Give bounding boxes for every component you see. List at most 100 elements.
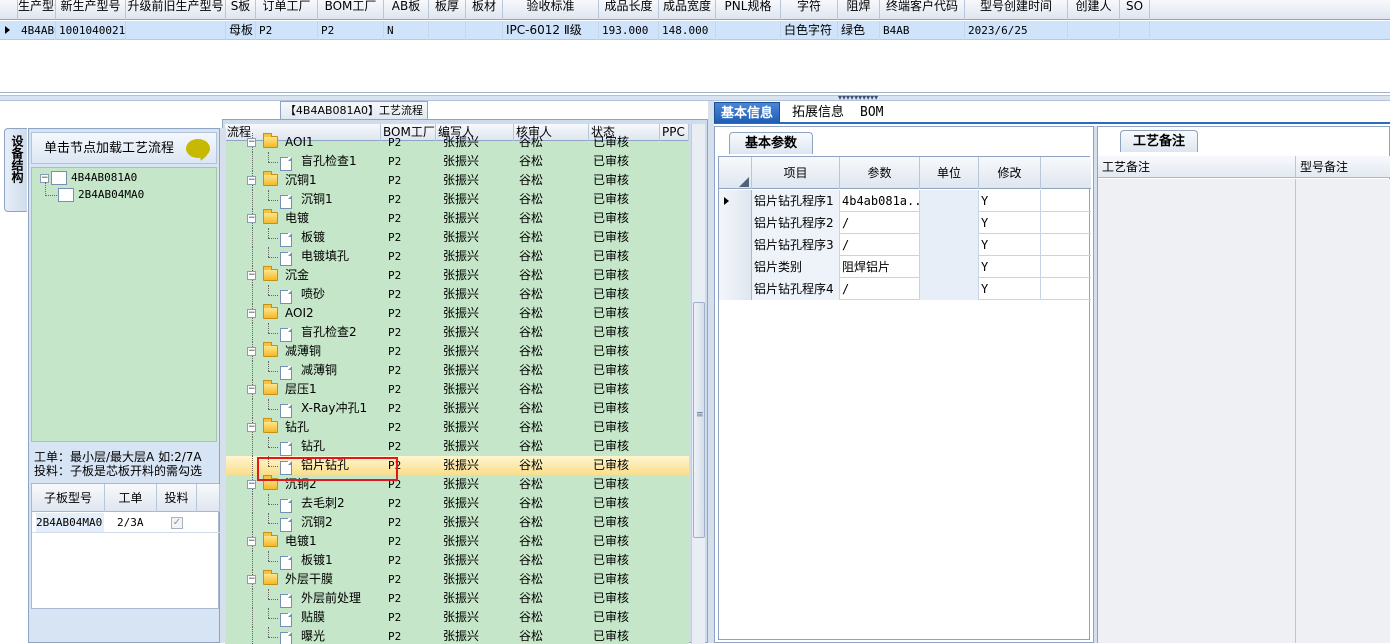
col-feed[interactable]: 投料 <box>157 484 197 512</box>
grid-cell[interactable] <box>1068 21 1120 40</box>
param-mod-cell[interactable]: Y <box>979 190 1041 212</box>
grid-cell[interactable]: 4B4AB081A0 <box>18 21 56 40</box>
param-item-cell[interactable]: 铝片钻孔程序3 <box>752 234 840 256</box>
flow-row[interactable]: −外层干膜P2张振兴谷松已审核 <box>225 570 689 589</box>
param-value-cell[interactable]: 4b4ab081a... <box>840 190 920 212</box>
col-model-remark[interactable]: 型号备注 <box>1296 156 1390 178</box>
flow-row[interactable]: −电镀1P2张振兴谷松已审核 <box>225 532 689 551</box>
col-header[interactable]: 成品宽度 <box>659 0 716 20</box>
structure-tree[interactable]: −4B4AB081A0 2B4AB04MA0 <box>31 167 217 442</box>
col-header[interactable]: 成品长度 <box>599 0 659 20</box>
col-header[interactable]: 型号创建时间 <box>965 0 1068 20</box>
flow-row[interactable]: 沉铜1P2张振兴谷松已审核 <box>225 190 689 209</box>
col-header[interactable]: PNL规格 <box>716 0 781 20</box>
tab-process-remark[interactable]: 工艺备注 <box>1120 130 1198 152</box>
grid-cell[interactable] <box>466 21 503 40</box>
param-unit-cell[interactable] <box>920 234 979 256</box>
col-header[interactable]: AB板 <box>384 0 429 20</box>
tree-node-child[interactable]: 2B4AB04MA0 <box>58 187 144 203</box>
scroll-thumb[interactable]: ≡ <box>693 302 705 538</box>
model-grid-row[interactable]: 4B4AB081A010010400210222母板P2P2NIPC-6012 … <box>0 21 1390 40</box>
flow-row[interactable]: −层压1P2张振兴谷松已审核 <box>225 380 689 399</box>
flow-row[interactable]: 去毛刺2P2张振兴谷松已审核 <box>225 494 689 513</box>
param-value-cell[interactable]: / <box>840 212 920 234</box>
table-row[interactable]: 2B4AB04MA0 2/3A ✓ <box>32 513 220 533</box>
model-grid[interactable]: 生产型号新生产型号升级前旧生产型号S板订单工厂BOM工厂AB板板厚板材验收标准成… <box>0 0 1390 93</box>
col-header[interactable]: 升级前旧生产型号 <box>126 0 226 20</box>
flow-scrollbar[interactable]: ≡ <box>691 124 705 644</box>
param-unit-cell[interactable] <box>920 278 979 300</box>
grid-cell[interactable]: 2023/6/25 <box>965 21 1068 40</box>
grid-cell[interactable] <box>126 21 226 40</box>
tab-bom[interactable]: BOM <box>854 102 889 123</box>
collapse-icon[interactable]: − <box>247 214 256 223</box>
col-header[interactable]: SO <box>1120 0 1150 20</box>
flow-row[interactable]: 曝光P2张振兴谷松已审核 <box>225 627 689 644</box>
collapse-icon[interactable]: − <box>247 423 256 432</box>
flow-row[interactable]: 贴膜P2张振兴谷松已审核 <box>225 608 689 627</box>
flow-row[interactable]: 外层前处理P2张振兴谷松已审核 <box>225 589 689 608</box>
sub-board-grid[interactable]: 子板型号 工单 投料 2B4AB04MA0 2/3A ✓ <box>31 483 219 609</box>
param-value-cell[interactable]: 阻焊铝片 <box>840 256 920 278</box>
col-header[interactable]: 板厚 <box>429 0 466 20</box>
col-order[interactable]: 工单 <box>105 484 157 512</box>
process-remark-area[interactable] <box>1098 179 1296 643</box>
grid-cell[interactable]: B4AB <box>880 21 965 40</box>
side-tab-device-structure[interactable]: 设备结构 <box>4 128 27 212</box>
left-splitter[interactable] <box>220 128 226 643</box>
param-row[interactable]: 铝片钻孔程序4/Y <box>719 278 1091 300</box>
collapse-icon[interactable]: − <box>247 480 256 489</box>
col-sub-model[interactable]: 子板型号 <box>32 484 105 512</box>
param-row[interactable]: 铝片钻孔程序2/ Y <box>719 212 1091 234</box>
collapse-icon[interactable]: − <box>247 347 256 356</box>
col-header[interactable]: 字符 <box>781 0 838 20</box>
grid-cell[interactable]: 10010400210222 <box>56 21 126 40</box>
col-unit[interactable]: 单位 <box>920 157 979 189</box>
param-mod-cell[interactable]: Y <box>979 212 1041 234</box>
grid-cell[interactable] <box>429 21 466 40</box>
param-grid[interactable]: 项目 参数 单位 修改 铝片钻孔程序14b4ab081a...Y铝片钻孔程序2/… <box>718 156 1090 640</box>
param-unit-cell[interactable] <box>920 256 979 278</box>
col-header[interactable]: S板 <box>226 0 256 20</box>
collapse-icon[interactable]: − <box>247 309 256 318</box>
col-header[interactable]: 新生产型号 <box>56 0 126 20</box>
grid-cell[interactable]: 绿色 <box>838 21 880 40</box>
grid-cell[interactable] <box>716 21 781 40</box>
flow-row[interactable]: 喷砂P2张振兴谷松已审核 <box>225 285 689 304</box>
col-header[interactable]: 阻焊 <box>838 0 880 20</box>
tree-node-root[interactable]: −4B4AB081A0 <box>40 170 137 186</box>
param-value-cell[interactable]: / <box>840 234 920 256</box>
col-header[interactable]: 订单工厂 <box>256 0 318 20</box>
param-item-cell[interactable]: 铝片钻孔程序2 <box>752 212 840 234</box>
collapse-icon[interactable]: − <box>247 575 256 584</box>
param-item-cell[interactable]: 铝片类别 <box>752 256 840 278</box>
col-header[interactable]: 验收标准 <box>503 0 599 20</box>
collapse-icon[interactable]: − <box>247 271 256 280</box>
grid-cell[interactable] <box>1120 21 1150 40</box>
col-item[interactable]: 项目 <box>752 157 840 189</box>
order-cell[interactable]: 2/3A <box>117 513 157 532</box>
flow-row[interactable]: −AOI1P2张振兴谷松已审核 <box>225 133 689 152</box>
tab-extended-info[interactable]: 拓展信息 <box>786 102 850 123</box>
load-flow-button[interactable]: 单击节点加载工艺流程 <box>31 132 217 164</box>
grid-cell[interactable]: 母板 <box>226 21 256 40</box>
param-row[interactable]: 铝片钻孔程序14b4ab081a...Y <box>719 190 1091 212</box>
tab-basic-params[interactable]: 基本参数 <box>729 132 813 154</box>
model-remark-area[interactable] <box>1296 179 1390 643</box>
collapse-icon[interactable]: − <box>247 385 256 394</box>
grid-cell[interactable]: 白色字符 <box>781 21 838 40</box>
grid-cell[interactable]: N <box>384 21 429 40</box>
param-unit-cell[interactable] <box>920 212 979 234</box>
flow-row[interactable]: 板镀P2张振兴谷松已审核 <box>225 228 689 247</box>
param-mod-cell[interactable]: Y <box>979 234 1041 256</box>
grid-cell[interactable]: IPC-6012 Ⅱ级 <box>503 21 599 40</box>
sub-model-cell[interactable]: 2B4AB04MA0 <box>36 513 104 532</box>
col-header[interactable]: 终端客户代码 <box>880 0 965 20</box>
flow-row[interactable]: 盲孔检查1P2张振兴谷松已审核 <box>225 152 689 171</box>
flow-tree-grid[interactable]: 流程BOM工厂编写人核审人状态PPC −AOI1P2张振兴谷松已审核盲孔检查1P… <box>225 124 689 644</box>
flow-row[interactable]: X-Ray冲孔1P2张振兴谷松已审核 <box>225 399 689 418</box>
param-unit-cell[interactable] <box>920 190 979 212</box>
flow-row[interactable]: −沉金P2张振兴谷松已审核 <box>225 266 689 285</box>
tab-basic-info[interactable]: 基本信息 <box>714 102 780 123</box>
flow-row[interactable]: 电镀填孔P2张振兴谷松已审核 <box>225 247 689 266</box>
